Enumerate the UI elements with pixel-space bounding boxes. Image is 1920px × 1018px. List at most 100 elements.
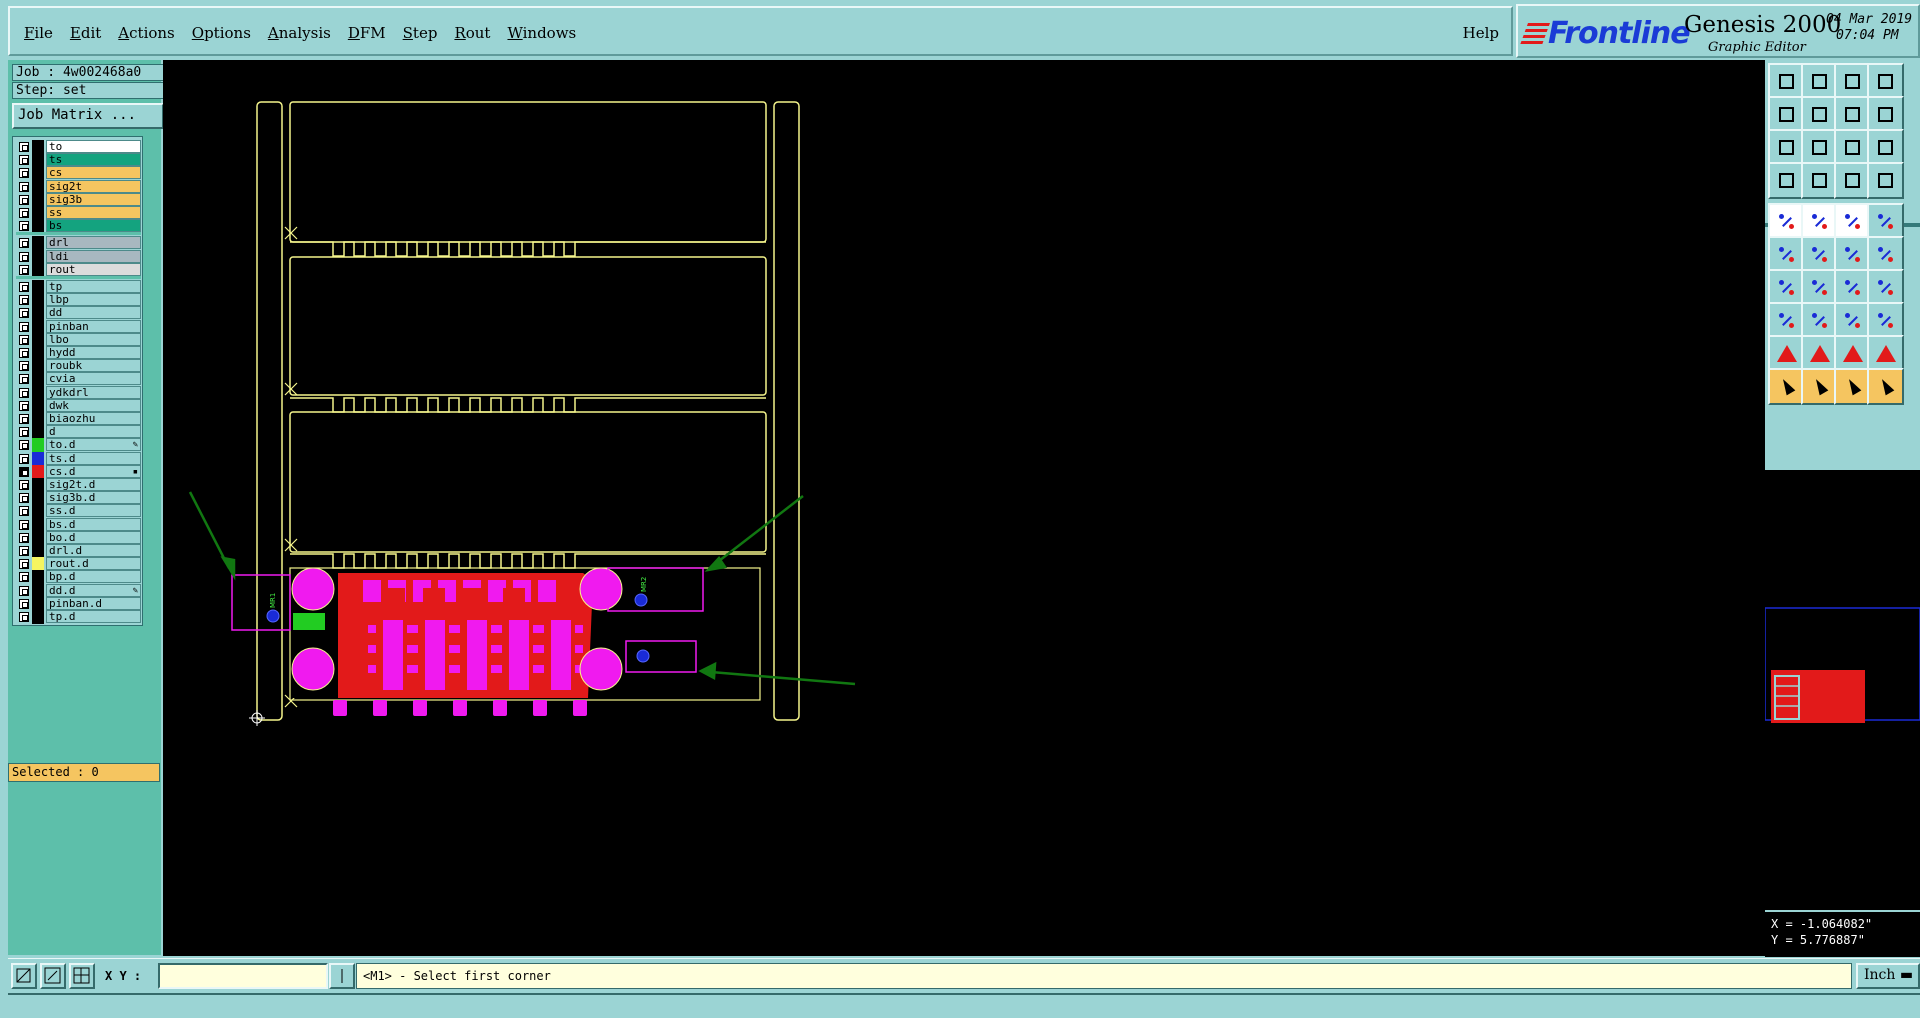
layer-checkbox[interactable] [19,295,29,306]
zoom-center-button[interactable] [1801,129,1838,166]
layer-row-tp-d[interactable]: tp.d [16,610,141,624]
layer-checkbox[interactable] [19,155,29,166]
xy-entry-button[interactable] [329,963,355,989]
layer-row-ts-d[interactable]: ts.d [16,451,141,466]
layer-name[interactable]: drl [46,236,141,250]
menu-edit[interactable]: Edit [70,24,101,42]
layer-name[interactable]: rout [46,262,141,276]
layer-checkbox[interactable] [19,387,29,398]
layer-color-swatch[interactable] [32,280,44,294]
layer-row-d[interactable]: d [16,425,141,440]
layer-name[interactable]: drl.d [46,544,141,557]
layer-row-roubk[interactable]: roubk [16,359,141,374]
layer-row-tp[interactable]: tp [16,280,141,294]
layer-color-swatch[interactable] [32,438,44,453]
window-button[interactable] [1867,63,1904,100]
layer-row-bo-d[interactable]: bo.d [16,530,141,545]
layer-name[interactable]: ss.d [46,504,141,518]
layer-row-lbo[interactable]: lbo [16,332,141,347]
connect-button[interactable] [1867,236,1904,273]
layer-name[interactable]: pinban [46,319,141,333]
save-view-button[interactable] [1801,63,1838,100]
layer-color-swatch[interactable] [32,319,44,334]
layer-checkbox[interactable] [19,194,29,205]
layer-row-to-d[interactable]: to.d ✎ [16,438,141,453]
menu-options[interactable]: Options [192,24,251,42]
layer-name[interactable]: tp [46,280,141,293]
layer-color-swatch[interactable] [32,192,44,207]
layer-name[interactable]: ss [46,206,141,219]
menu-analysis[interactable]: Analysis [268,24,331,42]
layer-color-swatch[interactable] [32,293,44,308]
layer-checkbox[interactable] [19,414,29,424]
layer-name[interactable]: rout.d [46,557,141,571]
layer-checkbox[interactable] [19,282,29,292]
layer-color-swatch[interactable] [32,425,44,440]
layer-row-sig3b-d[interactable]: sig3b.d [16,491,141,506]
add-pad-button[interactable] [1768,302,1805,339]
menu-rout[interactable]: Rout [454,24,490,42]
layer-checkbox[interactable] [19,400,29,411]
layer-checkbox[interactable] [19,168,29,179]
layer-color-swatch[interactable] [32,249,44,264]
layer-name[interactable]: sig3b.d [46,491,141,505]
layer-row-drl[interactable]: drl [16,236,141,251]
layer-row-bp-d[interactable]: bp.d [16,570,141,585]
measure-button[interactable] [40,963,66,989]
undo-view-button[interactable] [1867,96,1904,133]
scale-1to2-button[interactable] [1834,129,1871,166]
layer-row-drl-d[interactable]: drl.d [16,544,141,558]
layer-row-rout-d[interactable]: rout.d [16,557,141,572]
rotate-view-button[interactable] [1834,96,1871,133]
triangle-d-button[interactable] [1867,335,1904,372]
layer-name[interactable]: hydd [46,346,141,359]
layer-color-swatch[interactable] [32,464,44,479]
layer-color-swatch[interactable] [32,530,44,545]
layer-color-swatch[interactable] [32,385,44,400]
pointer-rotate-button[interactable] [1834,368,1871,405]
split-button[interactable] [1867,269,1904,306]
layer-checkbox[interactable] [19,519,29,530]
layer-row-bs-d[interactable]: bs.d [16,517,141,532]
pan-right-button[interactable] [1801,96,1838,133]
menu-actions[interactable]: Actions [118,24,174,42]
layer-row-hydd[interactable]: hydd [16,346,141,360]
snap-grid-button[interactable] [69,963,95,989]
layer-name[interactable]: ldi [46,249,141,263]
layer-color-swatch[interactable] [32,359,44,374]
layer-row-to[interactable]: to [16,140,141,154]
display-button[interactable] [1867,162,1904,199]
line-draw-button[interactable] [1801,269,1838,306]
layer-props-button[interactable] [1768,162,1805,199]
layer-name[interactable]: bp.d [46,570,141,584]
layer-checkbox[interactable] [19,612,29,622]
layer-checkbox[interactable] [19,453,29,464]
layer-name[interactable]: sig2t [46,179,141,193]
layer-color-swatch[interactable] [32,398,44,413]
graphic-canvas[interactable]: MR1 MR2 [163,60,1765,956]
grid-button[interactable] [1801,162,1838,199]
layer-name[interactable]: cs.d ▪ [46,464,141,478]
triangle-c-button[interactable] [1834,335,1871,372]
layer-name[interactable]: pinban.d [46,596,141,610]
layer-name[interactable]: cs [46,166,141,180]
layer-color-swatch[interactable] [32,206,44,220]
layer-checkbox[interactable] [19,598,29,609]
layer-row-cs-d[interactable]: cs.d ▪ [16,464,141,479]
layer-color-swatch[interactable] [32,262,44,277]
layer-name[interactable]: dd [46,306,141,320]
layer-name[interactable]: d [46,425,141,439]
layer-row-sig2t[interactable]: sig2t [16,179,141,194]
layer-checkbox[interactable] [19,493,29,504]
pointer-move-button[interactable] [1867,368,1904,405]
layer-color-swatch[interactable] [32,544,44,558]
help-menu[interactable]: Help [1463,24,1499,42]
layer-checkbox[interactable] [19,264,29,275]
layer-row-pinban[interactable]: pinban [16,319,141,334]
layer-color-swatch[interactable] [32,570,44,585]
layer-name[interactable]: bs [46,219,141,233]
layer-color-swatch[interactable] [32,372,44,387]
layer-name[interactable]: bo.d [46,530,141,544]
zoom-box-button[interactable] [11,963,37,989]
job-matrix-button[interactable]: Job Matrix ... [12,103,164,129]
